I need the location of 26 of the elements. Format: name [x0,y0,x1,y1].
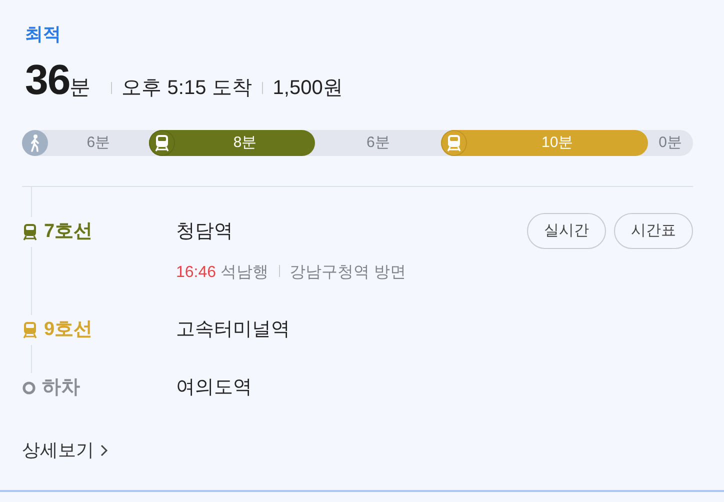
duration-value: 36 [25,55,70,105]
departure-time: 16:46 [176,264,216,281]
subway-segment: 8분 [148,130,316,156]
walking-person-icon [29,134,41,152]
train-icon [154,134,170,152]
station-name: 청담역 [176,220,234,244]
subway-segment: 10분 [441,130,648,156]
pill-button[interactable]: 실시간 [527,213,606,249]
walk-duration: 6분 [86,132,112,153]
duration-unit: 분 [70,75,91,101]
arrival-time: 오후 5:15 도착 [122,76,252,101]
transfer-duration: 0분 [658,132,683,153]
line-name: 7호선 [44,220,93,244]
chevron-right-icon [100,444,108,457]
fare: 1,500원 [272,76,343,101]
direction-text: 강남구청역 방면 [290,264,406,281]
transfer-duration: 6분 [365,132,391,153]
line-name: 9호선 [44,318,93,342]
pill-button[interactable]: 시간표 [614,213,693,249]
train-icon [446,134,462,152]
station-name: 고속터미널역 [176,318,291,342]
exit-label: 하차 [42,376,80,400]
train-destination: 석남행 [220,264,268,281]
details-link[interactable]: 상세보기 [22,437,108,464]
station-name: 여의도역 [176,376,253,400]
route-label: 최적 [25,24,61,44]
